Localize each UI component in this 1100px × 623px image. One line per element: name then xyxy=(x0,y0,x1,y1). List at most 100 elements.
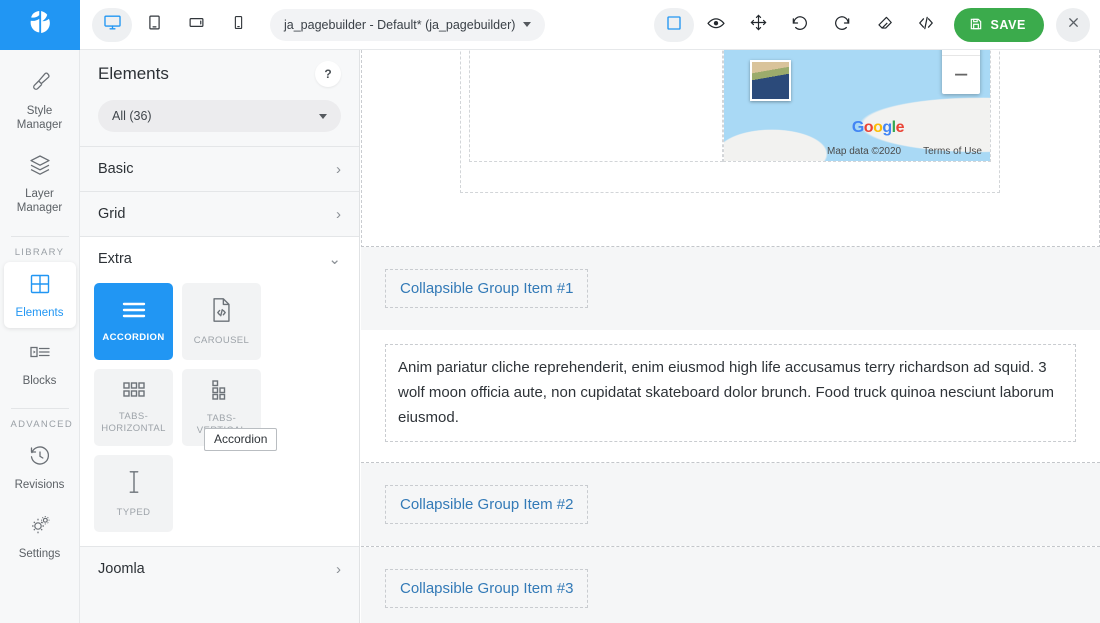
chevron-right-icon: › xyxy=(336,560,341,578)
google-logo: Google xyxy=(851,119,905,136)
sidebar-item-blocks[interactable]: Blocks xyxy=(4,330,76,396)
sidebar-item-label: Settings xyxy=(18,547,61,560)
panel-section-label: Basic xyxy=(98,161,134,177)
undo-button[interactable] xyxy=(780,8,820,42)
accordion-lines-icon xyxy=(121,300,147,325)
help-button[interactable]: ? xyxy=(315,61,341,87)
history-clock-icon xyxy=(28,444,52,473)
accordion-widget: Collapsible Group Item #1 Anim pariatur … xyxy=(361,246,1100,623)
panel-section-label: Extra xyxy=(98,251,132,267)
tablet-landscape-icon xyxy=(188,14,205,36)
panel-section-joomla-header[interactable]: Joomla › xyxy=(80,547,359,591)
map-terms-of-use-link[interactable]: Terms of Use xyxy=(923,146,982,157)
panel-section-label: Grid xyxy=(98,206,126,222)
move-arrows-icon xyxy=(749,13,768,37)
map-zoom-out-button[interactable]: − xyxy=(942,56,980,94)
google-map-widget[interactable]: + − Google Map data ©2020 Terms of Use xyxy=(723,50,991,162)
panel-section-label: Joomla xyxy=(98,561,145,577)
device-mobile-button[interactable] xyxy=(218,8,258,42)
empty-column[interactable] xyxy=(469,50,723,162)
element-card-typed[interactable]: TYPED xyxy=(94,455,173,532)
sidebar-item-style-manager[interactable]: Style Manager xyxy=(4,60,76,141)
elements-panel-header: Elements ? xyxy=(80,50,359,98)
element-card-label: CAROUSEL xyxy=(193,334,250,346)
chevron-down-icon: ⌄ xyxy=(328,250,341,268)
sidebar-item-revisions[interactable]: Revisions xyxy=(4,434,76,500)
accordion-item-header[interactable]: Collapsible Group Item #3 xyxy=(361,546,1100,623)
map-footer: Map data ©2020 Terms of Use xyxy=(827,146,982,157)
leaf-logo-icon xyxy=(25,7,55,42)
left-rail: Style Manager Layer Manager LIBRARY Elem… xyxy=(0,50,80,623)
outline-toggle-button[interactable] xyxy=(654,8,695,42)
clear-button[interactable] xyxy=(864,8,904,42)
chevron-down-icon xyxy=(523,22,532,27)
code-view-button[interactable] xyxy=(906,8,946,42)
editor-canvas[interactable]: + − Google Map data ©2020 Terms of Use C… xyxy=(361,50,1100,623)
app-logo[interactable] xyxy=(0,0,80,50)
document-selector-label: ja_pagebuilder - Default* (ja_pagebuilde… xyxy=(284,17,516,32)
code-brackets-icon xyxy=(916,13,936,38)
device-tablet-button[interactable] xyxy=(134,8,174,42)
element-card-label: TYPED xyxy=(116,506,151,518)
toolbar-actions: SAVE xyxy=(654,0,1090,50)
element-card-tabs-horizontal[interactable]: TABS-HORIZONTAL xyxy=(94,369,173,446)
chevron-down-icon xyxy=(319,113,327,119)
floppy-disk-icon xyxy=(969,17,983,34)
map-satellite-thumbnail[interactable] xyxy=(750,60,791,101)
square-outline-icon xyxy=(665,14,683,37)
panel-section-grid: Grid › xyxy=(80,191,359,236)
panel-section-joomla: Joomla › xyxy=(80,546,359,591)
accordion-item-title[interactable]: Collapsible Group Item #1 xyxy=(385,269,589,308)
panel-section-basic-header[interactable]: Basic › xyxy=(80,147,359,191)
element-card-accordion[interactable]: ACCORDION xyxy=(94,283,173,360)
element-card-grid: ACCORDION CAROUSEL TABS-HORIZONTAL TABS-… xyxy=(94,283,345,532)
sidebar-item-label: Blocks xyxy=(22,374,57,387)
grid-squares-icon xyxy=(28,272,52,301)
layers-icon xyxy=(28,153,52,182)
accordion-item-title[interactable]: Collapsible Group Item #3 xyxy=(385,568,589,608)
redo-button[interactable] xyxy=(822,8,862,42)
desktop-icon xyxy=(103,13,122,37)
panel-section-grid-header[interactable]: Grid › xyxy=(80,192,359,236)
device-tablet-landscape-button[interactable] xyxy=(176,8,216,42)
chevron-right-icon: › xyxy=(336,205,341,223)
elements-filter-row: All (36) xyxy=(80,98,359,146)
element-card-carousel[interactable]: CAROUSEL xyxy=(182,283,261,360)
panel-section-extra: Extra ⌄ ACCORDION CAROUSEL TABS-HORIZONT… xyxy=(80,236,359,546)
accordion-item-header[interactable]: Collapsible Group Item #1 xyxy=(361,247,1100,330)
move-button[interactable] xyxy=(738,8,778,42)
accordion-item-title[interactable]: Collapsible Group Item #2 xyxy=(385,484,589,524)
text-cursor-icon xyxy=(126,469,142,500)
map-canvas[interactable]: + − Google Map data ©2020 Terms of Use xyxy=(724,50,990,161)
page-title: Elements xyxy=(98,64,169,83)
accordion-item-body[interactable]: Anim pariatur cliche reprehenderit, enim… xyxy=(361,330,1100,462)
pagebuilder-app: ja_pagebuilder - Default* (ja_pagebuilde… xyxy=(0,0,1100,623)
sidebar-item-layer-manager[interactable]: Layer Manager xyxy=(4,143,76,224)
element-card-label: TABS-HORIZONTAL xyxy=(101,411,166,434)
panel-section-basic: Basic › xyxy=(80,146,359,191)
accordion-item-text[interactable]: Anim pariatur cliche reprehenderit, enim… xyxy=(385,344,1076,442)
sidebar-item-settings[interactable]: Settings xyxy=(4,503,76,569)
blocks-list-icon xyxy=(28,340,52,369)
redo-icon xyxy=(832,13,852,38)
document-selector[interactable]: ja_pagebuilder - Default* (ja_pagebuilde… xyxy=(270,8,546,41)
sidebar-item-label: Elements xyxy=(15,306,64,319)
panel-section-extra-body: ACCORDION CAROUSEL TABS-HORIZONTAL TABS-… xyxy=(80,281,359,546)
save-button[interactable]: SAVE xyxy=(954,8,1044,42)
sidebar-item-label: Layer Manager xyxy=(16,187,63,215)
preview-button[interactable] xyxy=(696,8,736,42)
tabs-vertical-grid-icon xyxy=(211,379,233,406)
code-file-icon xyxy=(210,297,233,328)
tabs-horizontal-grid-icon xyxy=(122,381,146,404)
sidebar-item-elements[interactable]: Elements xyxy=(3,261,76,328)
elements-filter-select[interactable]: All (36) xyxy=(98,100,341,132)
device-toggle-group xyxy=(92,7,258,42)
tablet-portrait-icon xyxy=(146,14,163,36)
panel-section-extra-header[interactable]: Extra ⌄ xyxy=(80,237,359,281)
map-row-block[interactable]: + − Google Map data ©2020 Terms of Use xyxy=(460,50,1000,193)
accordion-item-header[interactable]: Collapsible Group Item #2 xyxy=(361,462,1100,546)
element-tooltip: Accordion xyxy=(204,428,278,451)
close-button[interactable] xyxy=(1056,8,1090,42)
undo-icon xyxy=(790,13,810,38)
device-desktop-button[interactable] xyxy=(92,7,132,42)
